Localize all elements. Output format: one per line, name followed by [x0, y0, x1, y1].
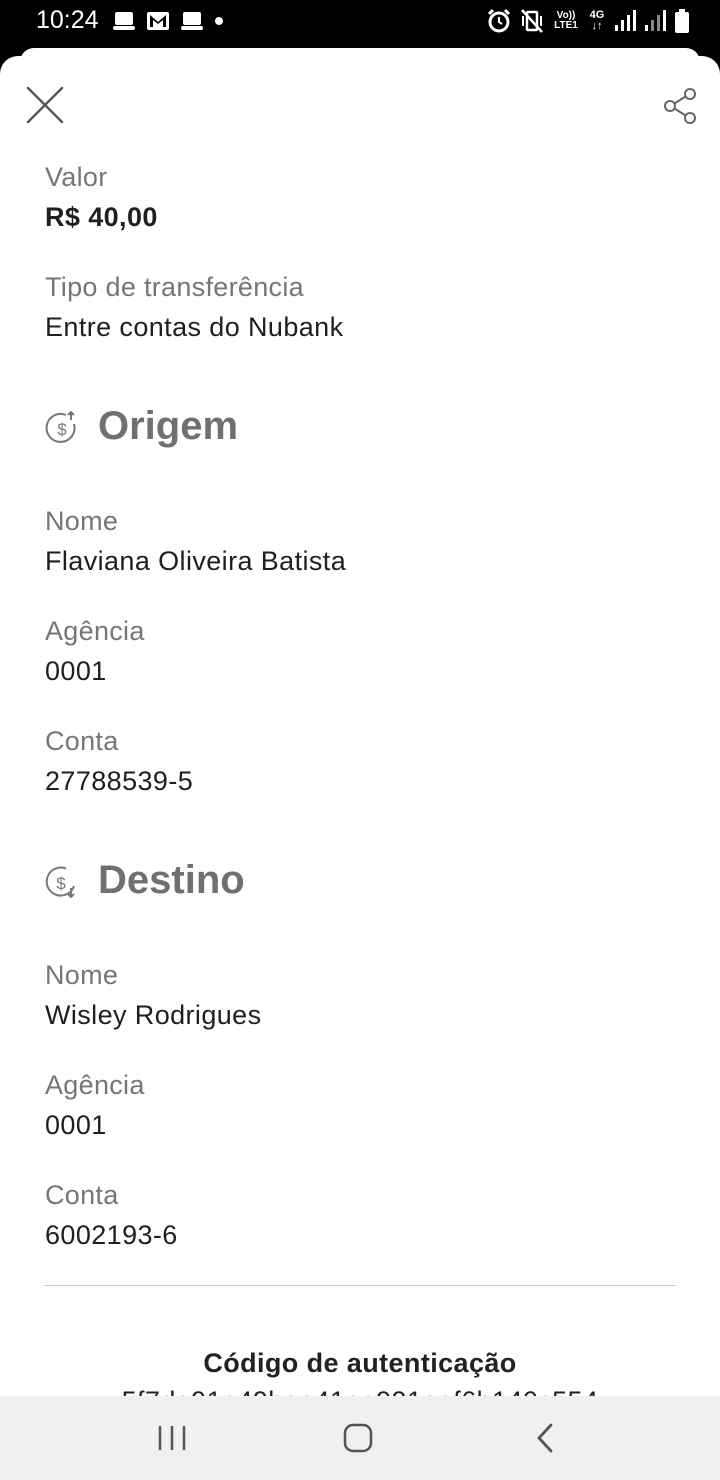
tipo-transferencia-label: Tipo de transferência	[45, 272, 304, 302]
destino-agencia-value: 0001	[45, 1110, 107, 1140]
origem-conta-label: Conta	[45, 726, 119, 756]
battery-icon	[675, 9, 689, 33]
valor-value: R$ 40,00	[45, 202, 158, 232]
network-text: 4G	[589, 9, 605, 21]
recents-icon[interactable]	[152, 1418, 192, 1458]
svg-text:$: $	[56, 874, 66, 893]
vibrate-icon	[521, 9, 543, 33]
destino-conta-label: Conta	[45, 1180, 119, 1210]
destino-nome-label: Nome	[45, 960, 119, 990]
app-notification-icon	[113, 12, 135, 30]
origem-agencia-label: Agência	[45, 616, 145, 646]
app-notification-icon	[181, 12, 203, 30]
share-icon[interactable]	[662, 88, 698, 124]
valor-label: Valor	[45, 162, 108, 192]
origem-title: Origem	[98, 404, 239, 448]
tipo-transferencia-value: Entre contas do Nubank	[45, 312, 344, 342]
system-navigation-bar	[0, 1396, 720, 1480]
volte-text: Vo)) LTE1	[554, 10, 578, 31]
volte-icon: Vo)) LTE1	[552, 11, 580, 31]
dot-icon	[215, 17, 223, 25]
signal-icon	[645, 10, 666, 31]
destino-agencia-label: Agência	[45, 1070, 145, 1100]
destino-conta-value: 6002193-6	[45, 1220, 178, 1250]
close-icon[interactable]	[26, 86, 64, 124]
status-time: 10:24	[36, 6, 99, 34]
origem-nome-value: Flaviana Oliveira Batista	[45, 546, 347, 576]
money-in-icon: $	[45, 866, 75, 899]
money-out-icon: $	[45, 410, 76, 443]
divider	[44, 1285, 676, 1286]
destino-title: Destino	[98, 858, 245, 902]
signal-icon	[615, 10, 636, 31]
transfer-receipt-sheet: Valor R$ 40,00 Tipo de transferência Ent…	[0, 56, 720, 1396]
status-right-icons: Vo)) LTE1 4G ↓↑	[486, 8, 690, 34]
back-icon[interactable]	[526, 1418, 566, 1458]
status-bar: 10:24 Vo)) LTE1 4G ↓↑	[0, 0, 720, 44]
alarm-icon	[487, 8, 511, 33]
auth-code-title: Código de autenticação	[203, 1348, 517, 1378]
4g-icon: 4G ↓↑	[589, 9, 605, 32]
auth-code-value: 5f7de91a49bea41aa991eaf6b140c554	[0, 1386, 720, 1396]
svg-text:$: $	[57, 420, 67, 439]
status-left-icons	[112, 10, 224, 32]
origem-conta-value: 27788539-5	[45, 766, 194, 796]
origem-agencia-value: 0001	[45, 656, 107, 686]
origem-nome-label: Nome	[45, 506, 119, 536]
gmail-icon	[147, 12, 169, 30]
destino-nome-value: Wisley Rodrigues	[45, 1000, 262, 1030]
home-icon[interactable]	[338, 1418, 378, 1458]
